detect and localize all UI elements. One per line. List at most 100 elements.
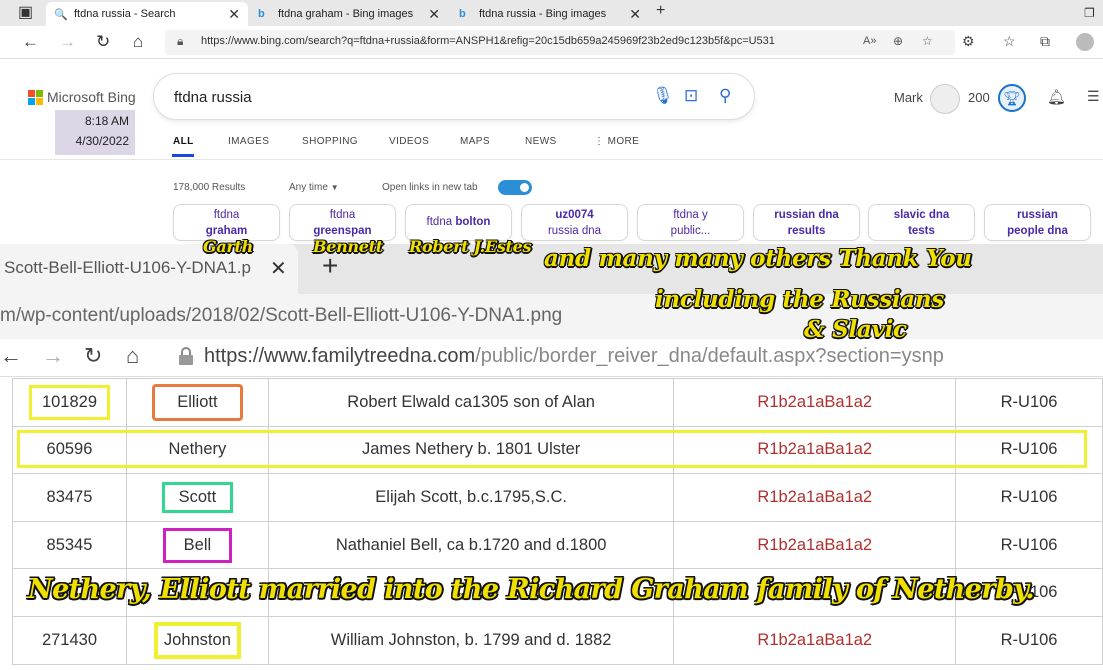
chip-line1: slavic dna: [893, 209, 950, 221]
tab-image-file[interactable]: Scott-Bell-Elliott-U106-Y-DNA1.p ✕: [0, 244, 298, 294]
time-filter-dropdown[interactable]: Any time ▼: [289, 182, 339, 193]
more-dots-icon: ⋮: [594, 136, 608, 147]
favorite-add-icon[interactable]: ☆: [922, 34, 933, 48]
time-filter-label: Any time: [289, 182, 328, 193]
back-arrow-icon[interactable]: ←: [0, 343, 22, 369]
open-links-toggle[interactable]: [498, 180, 532, 195]
rewards-points[interactable]: 200: [968, 90, 990, 105]
collections-icon[interactable]: ⧉: [1040, 33, 1050, 50]
new-tab-button[interactable]: +: [656, 2, 665, 20]
surname-highlight: Johnston: [153, 621, 241, 659]
user-avatar[interactable]: [930, 84, 960, 114]
lock-icon: [179, 347, 193, 365]
tab-bing-search[interactable]: 🔍 ftdna russia - Search ✕: [46, 2, 248, 26]
visual-search-icon[interactable]: ⊡: [684, 86, 698, 106]
tab-images[interactable]: IMAGES: [228, 136, 269, 147]
clock-date: 4/30/2022: [75, 134, 129, 148]
read-aloud-icon[interactable]: A»: [863, 35, 876, 47]
tab-title: ftdna graham - Bing images: [278, 8, 414, 20]
chip-line1: ftdna: [426, 216, 453, 228]
search-icon: 🔍: [54, 9, 68, 21]
site-url[interactable]: https://www.familytreedna.com/public/bor…: [204, 345, 944, 368]
close-icon[interactable]: ✕: [629, 6, 641, 23]
surname-highlight: Scott: [161, 481, 234, 513]
snp-cell: R-U106: [955, 473, 1103, 522]
chip-line1: ftdna y: [673, 209, 708, 221]
microphone-icon[interactable]: 🎙︎: [652, 86, 674, 106]
open-links-label: Open links in new tab: [382, 182, 478, 193]
related-chip-ftdna-y-public[interactable]: ftdna y public...: [637, 204, 744, 241]
search-input[interactable]: ftdna russia: [174, 89, 252, 106]
tab-actions-icon[interactable]: ▣: [18, 2, 33, 22]
table-row: 85345 Bell Nathaniel Bell, ca b.1720 and…: [12, 520, 1103, 570]
extensions-icon[interactable]: ⚙: [962, 33, 975, 50]
related-chip-ftdna-graham[interactable]: ftdna graham: [173, 204, 280, 241]
tab-more[interactable]: ⋮ MORE: [594, 136, 639, 147]
annotation-garth: Garth: [203, 237, 253, 256]
ancestor-cell: Nathaniel Bell, ca b.1720 and d.1800: [267, 520, 675, 570]
surname-highlight: Elliott: [152, 383, 243, 421]
nethery-row-highlight: [17, 430, 1087, 468]
snp-cell: R-U106: [955, 378, 1103, 427]
chip-line2: people dna: [1007, 225, 1068, 237]
close-icon[interactable]: ✕: [428, 6, 440, 23]
chip-line1: uz0074: [555, 209, 594, 221]
kit-cell: 83475: [12, 473, 127, 522]
clock-overlay: 8:18 AM 4/30/2022: [55, 110, 135, 155]
related-chip-ftdna-greenspan[interactable]: ftdna greenspan: [289, 204, 396, 241]
related-chip-russian-dna-results[interactable]: russian dna results: [753, 204, 860, 241]
chip-line1: russian dna: [774, 209, 839, 221]
back-arrow-icon[interactable]: ←: [22, 32, 39, 52]
kit-highlight: 101829: [28, 384, 110, 420]
zoom-icon[interactable]: ⊕: [893, 34, 903, 48]
profile-avatar[interactable]: [1076, 33, 1094, 51]
refresh-icon[interactable]: ↻: [96, 32, 110, 52]
tab-videos[interactable]: VIDEOS: [389, 136, 429, 147]
search-icon[interactable]: ⚲: [719, 86, 731, 106]
ancestor-cell: William Johnston, b. 1799 and d. 1882: [267, 615, 675, 665]
bing-logo[interactable]: Microsoft Bing: [28, 89, 136, 105]
chip-line1: ftdna: [213, 209, 240, 221]
notifications-bell-icon[interactable]: 🔔︎: [1047, 88, 1066, 106]
kit-cell: 101829: [12, 378, 127, 427]
tab-news[interactable]: NEWS: [525, 136, 557, 147]
tab-title: ftdna russia - Bing images: [479, 8, 607, 20]
related-chip-slavic-dna-tests[interactable]: slavic dna tests: [868, 204, 975, 241]
site-url-path: /public/border_reiver_dna/default.aspx?s…: [475, 345, 944, 367]
refresh-icon[interactable]: ↻: [84, 343, 102, 369]
home-icon[interactable]: ⌂: [126, 343, 139, 369]
tab-all[interactable]: ALL: [173, 136, 194, 147]
user-name[interactable]: Mark: [894, 90, 923, 105]
table-row: 101829 Elliott Robert Elwald ca1305 son …: [12, 378, 1103, 427]
bing-icon: b: [459, 8, 466, 20]
close-icon[interactable]: ✕: [270, 256, 287, 281]
tab-maps[interactable]: MAPS: [460, 136, 490, 147]
related-chip-russian-people-dna[interactable]: russian people dna: [984, 204, 1091, 241]
related-chip-uz0074[interactable]: uz0074 russia dna: [521, 204, 628, 241]
chip-line1: ftdna: [329, 209, 356, 221]
forward-arrow-icon[interactable]: →: [42, 343, 64, 369]
annotation-russians: including the Russians: [655, 286, 944, 313]
haplogroup-cell: R1b2a1aBa1a2: [673, 473, 957, 522]
site-url-domain: https://www.familytreedna.com: [204, 345, 476, 367]
tab-bing-images-russia[interactable]: b ftdna russia - Bing images ✕: [451, 2, 649, 26]
tab-more-label: MORE: [607, 136, 640, 147]
tab-title: Scott-Bell-Elliott-U106-Y-DNA1.p: [4, 258, 251, 277]
related-chip-ftdna-bolton[interactable]: ftdna bolton: [405, 204, 512, 241]
lock-icon: 🔒︎: [177, 34, 184, 48]
tab-shopping[interactable]: SHOPPING: [302, 136, 358, 147]
restore-window-icon[interactable]: ❐: [1084, 6, 1095, 20]
snp-cell: R-U106: [955, 520, 1103, 570]
menu-hamburger-icon[interactable]: ☰: [1087, 88, 1100, 105]
rewards-trophy-icon[interactable]: 🏆︎: [998, 84, 1026, 112]
forward-arrow-icon[interactable]: →: [59, 32, 76, 52]
home-icon[interactable]: ⌂: [133, 32, 143, 52]
url-field[interactable]: 🔒︎ https://www.bing.com/search?q=ftdna+r…: [165, 30, 955, 55]
close-icon[interactable]: ✕: [228, 6, 240, 23]
haplogroup-cell: R1b2a1aBa1a2: [673, 615, 957, 665]
chip-line2: public...: [670, 225, 711, 237]
search-box[interactable]: ftdna russia 🎙︎ ⊡ ⚲: [154, 74, 754, 119]
tab-bing-images-graham[interactable]: b ftdna graham - Bing images ✕: [250, 2, 448, 26]
favorites-icon[interactable]: ☆: [1003, 33, 1016, 50]
surname-cell: Johnston: [125, 615, 269, 665]
